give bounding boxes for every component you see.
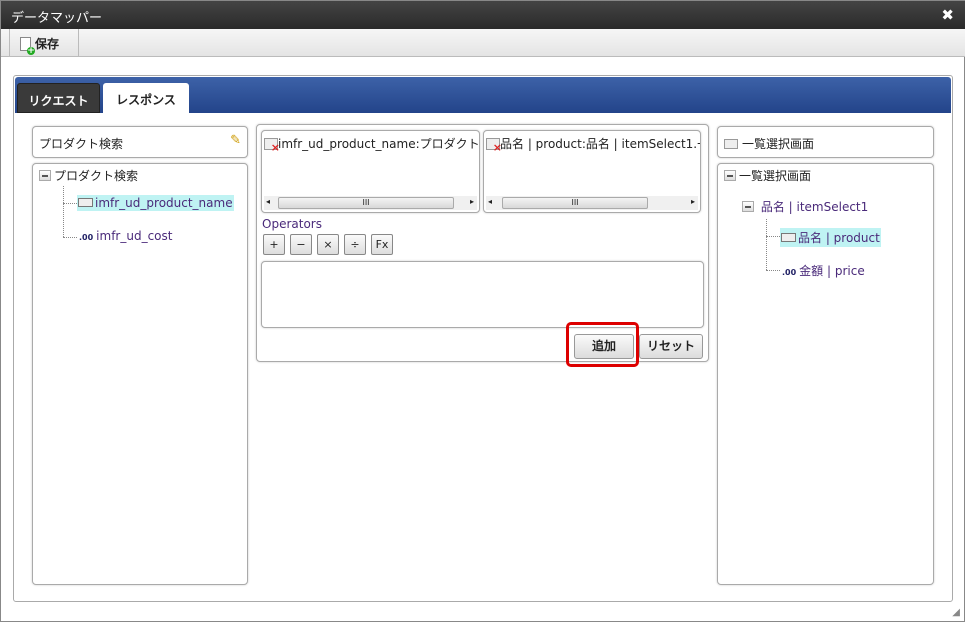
target-header: 一覧選択画面: [717, 126, 934, 158]
resize-grip-icon[interactable]: ◢: [952, 607, 960, 618]
close-icon[interactable]: ✖: [941, 6, 954, 24]
list-screen-icon: [724, 139, 738, 149]
collapse-icon[interactable]: [742, 201, 754, 212]
operators-label: Operators: [262, 217, 322, 231]
tree-node-field[interactable]: 品名 | product: [780, 228, 881, 247]
tree-node-field[interactable]: .00 imfr_ud_cost: [79, 229, 172, 243]
tab-response[interactable]: レスポンス: [103, 83, 189, 113]
node-label: プロダクト検索: [54, 169, 139, 183]
new-document-icon: [20, 37, 35, 55]
number-field-icon: .00: [79, 233, 94, 242]
save-button[interactable]: 保存: [9, 29, 79, 57]
node-label: 金額 | price: [799, 264, 865, 278]
source-header-label: プロダクト検索: [39, 137, 124, 151]
tree-node-root[interactable]: 一覧選択画面: [724, 167, 811, 184]
item-label: imfr_ud_product_name:プロダクト検索: [278, 137, 479, 151]
node-label: 品名 | product: [798, 231, 880, 245]
scroll-thumb[interactable]: III: [278, 197, 454, 209]
text-field-icon: [78, 198, 93, 207]
target-header-label: 一覧選択画面: [742, 137, 815, 151]
minus-operator-button[interactable]: −: [290, 234, 312, 255]
node-label: imfr_ud_cost: [96, 229, 173, 243]
source-mapping-list[interactable]: imfr_ud_product_name:プロダクト検索 ◂III▸: [261, 130, 480, 213]
text-field-icon: [781, 233, 796, 242]
tree-node-root[interactable]: プロダクト検索: [39, 167, 138, 184]
multiply-operator-button[interactable]: ×: [317, 234, 339, 255]
reset-button[interactable]: リセット: [639, 334, 703, 359]
toolbar: 保存: [1, 29, 965, 57]
node-label: 一覧選択画面: [739, 169, 812, 183]
horizontal-scrollbar[interactable]: ◂ III ▸: [486, 196, 698, 210]
expression-textarea[interactable]: [261, 261, 704, 328]
broken-image-icon: [264, 138, 280, 154]
tab-request[interactable]: リクエスト: [17, 83, 100, 113]
collapse-icon[interactable]: [39, 170, 51, 181]
scroll-thumb[interactable]: III: [502, 197, 648, 209]
node-label: 品名 | itemSelect1: [760, 200, 869, 214]
list-item[interactable]: imfr_ud_product_name:プロダクト検索: [262, 131, 479, 156]
function-operator-button[interactable]: Fx: [371, 234, 393, 255]
node-label: imfr_ud_product_name: [95, 196, 233, 210]
target-tree: 一覧選択画面 品名 | itemSelect1 品名 | product .00…: [717, 163, 934, 585]
item-label: 品名 | product:品名 | itemSelect1.一覧選択画面: [500, 137, 700, 151]
target-mapping-list[interactable]: 品名 | product:品名 | itemSelect1.一覧選択画面 ◂II…: [483, 130, 701, 213]
window-title: データマッパー: [11, 11, 103, 26]
horizontal-scrollbar[interactable]: ◂ III ▸: [264, 196, 477, 210]
title-bar: データマッパー: [1, 1, 965, 29]
tree-node-field[interactable]: .00 金額 | price: [782, 262, 865, 279]
tree-node-field[interactable]: imfr_ud_product_name: [77, 195, 234, 211]
source-header: プロダクト検索 ✎: [32, 126, 248, 158]
list-item[interactable]: 品名 | product:品名 | itemSelect1.一覧選択画面: [484, 131, 700, 156]
collapse-icon[interactable]: [724, 170, 736, 181]
edit-pencil-icon[interactable]: ✎: [230, 133, 241, 148]
tree-node-group[interactable]: 品名 | itemSelect1: [742, 198, 868, 215]
source-tree: プロダクト検索 imfr_ud_product_name .00 imfr_ud_…: [32, 163, 248, 585]
add-button[interactable]: 追加: [574, 334, 634, 359]
number-field-icon: .00: [782, 268, 797, 277]
plus-operator-button[interactable]: +: [263, 234, 285, 255]
save-label: 保存: [35, 37, 60, 51]
divide-operator-button[interactable]: ÷: [344, 234, 366, 255]
broken-image-icon: [486, 138, 502, 154]
